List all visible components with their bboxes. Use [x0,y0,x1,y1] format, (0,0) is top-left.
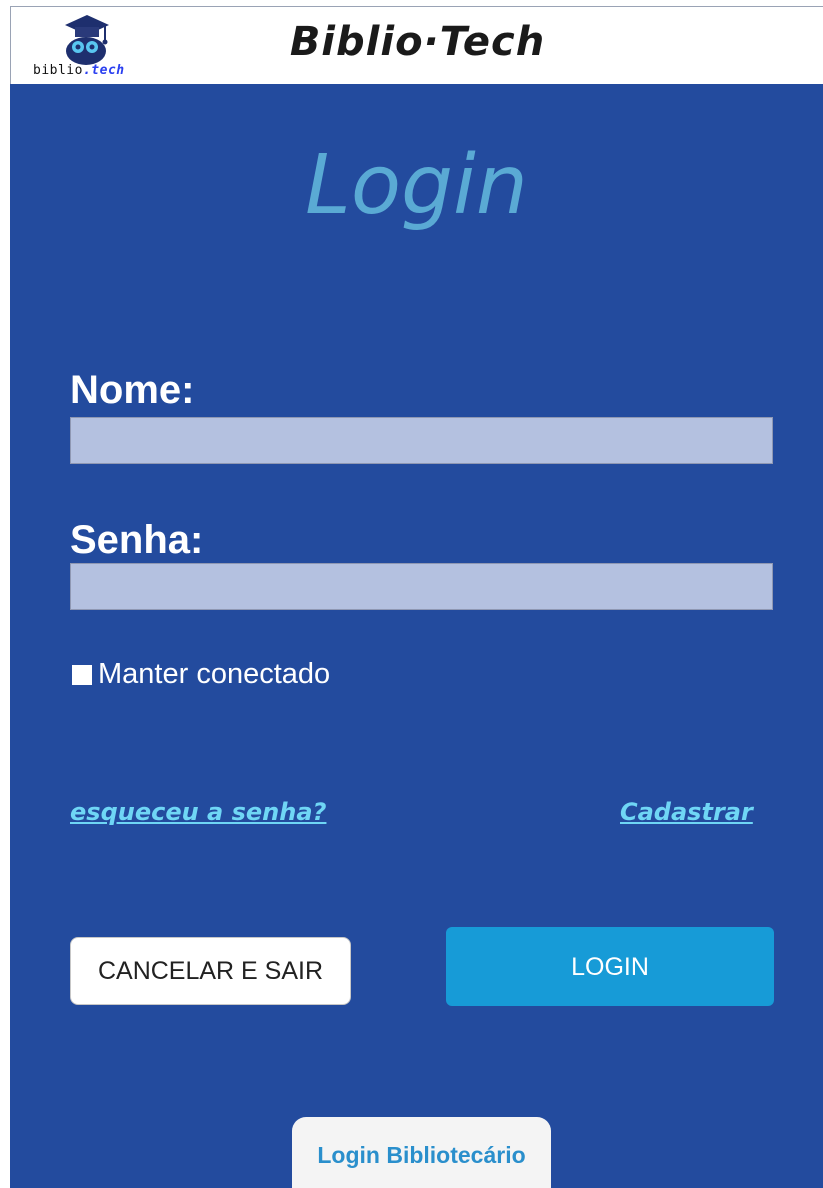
remember-me-row[interactable]: Manter conectado [72,658,330,691]
page-title: Login [305,138,528,233]
remember-me-checkbox[interactable] [72,664,92,685]
header-bar: biblio.tech Biblio·Tech [10,6,823,84]
logo-text: biblio.tech [33,63,125,78]
name-input[interactable] [70,417,773,464]
login-button[interactable]: LOGIN [446,927,774,1006]
logo-text-accent: .tech [82,63,125,78]
app-frame: biblio.tech Biblio·Tech Login Nome: Senh… [10,6,823,1188]
librarian-login-button[interactable]: Login Bibliotecário [292,1117,551,1188]
app-title: Biblio·Tech [289,19,546,65]
cancel-and-exit-button[interactable]: CANCELAR E SAIR [70,937,351,1005]
register-link[interactable]: Cadastrar [620,798,753,826]
password-input[interactable] [70,563,773,610]
name-label: Nome: [70,368,195,412]
forgot-password-link[interactable]: esqueceu a senha? [70,798,326,826]
remember-me-label[interactable]: Manter conectado [98,658,330,691]
password-label: Senha: [70,518,204,562]
logo-text-dark: biblio [33,63,83,78]
